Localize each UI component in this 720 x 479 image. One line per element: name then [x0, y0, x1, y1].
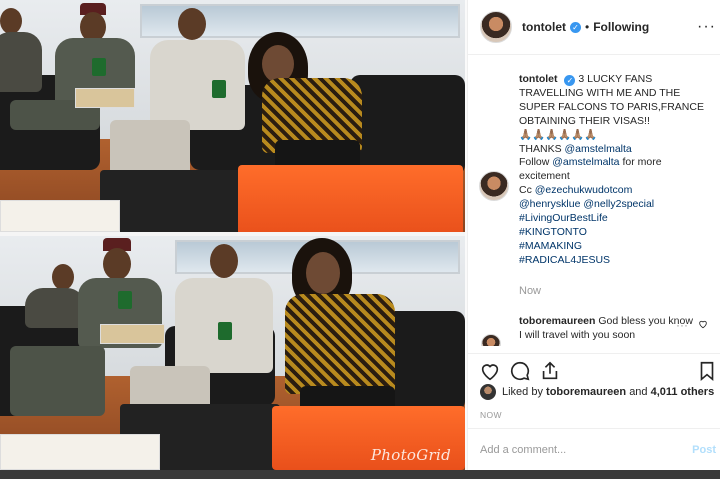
caption: tontolet ✓ 3 LUCKY FANS TRAVELLING WITH … [519, 73, 715, 268]
caption-line: THANKS [519, 142, 562, 155]
comment-username[interactable]: toboremaureen [519, 315, 595, 327]
comment-item: toboremaureen God bless you know I will … [519, 314, 695, 342]
mention-link[interactable]: @amstelmalta [565, 143, 632, 155]
caption-line: SUPER FALCONS TO PARIS,FRANCE [519, 100, 704, 113]
photo-panel-top [0, 0, 465, 232]
header-username[interactable]: tontolet [522, 20, 566, 34]
caption-avatar[interactable] [479, 171, 509, 201]
likes-user-link[interactable]: toboremaureen [546, 386, 626, 398]
following-button[interactable]: Following [593, 20, 649, 34]
caption-timestamp: Now [519, 285, 542, 297]
caption-line: OBTAINING THEIR VISAS!! [519, 114, 650, 127]
caption-username[interactable]: tontolet [519, 73, 558, 85]
mention-link[interactable]: @amstelmalta [552, 156, 619, 168]
comments-area: tontolet ✓ 3 LUCKY FANS TRAVELLING WITH … [468, 56, 720, 346]
header-separator: • [585, 20, 590, 34]
add-comment-bar: Post [468, 428, 720, 470]
post-image[interactable]: PhotoGrid [0, 0, 465, 470]
verified-badge-icon: ✓ [564, 75, 576, 86]
photo-panel-bottom: PhotoGrid [0, 236, 465, 470]
heart-icon[interactable] [479, 360, 501, 382]
avatar[interactable] [480, 384, 496, 400]
likes-summary: Liked by toboremaureen and 4,011 others [480, 384, 714, 400]
comment-input[interactable] [480, 443, 680, 456]
mention-link[interactable]: @nelly2special [583, 198, 654, 210]
caption-line: Cc [519, 184, 532, 197]
caption-line: excitement [519, 170, 570, 183]
likes-count-link[interactable]: 4,011 others [651, 386, 715, 398]
hashtag-link[interactable]: #MAMAKING [519, 240, 715, 254]
caption-line: 3 LUCKY FANS [578, 73, 653, 85]
caption-line: TRAVELLING WITH ME AND THE [519, 86, 681, 99]
post-header: tontolet ✓ • Following ··· [468, 0, 720, 55]
comment-more-icon[interactable]: ··· [676, 318, 688, 332]
comment-text: God bless you [598, 315, 666, 327]
hashtag-link[interactable]: #KINGTONTO [519, 226, 715, 240]
comment-avatar[interactable] [481, 334, 501, 346]
caption-emoji-line: 🙏🏽🙏🏽🙏🏽🙏🏽🙏🏽🙏🏽 [519, 128, 598, 141]
bookmark-icon[interactable] [696, 360, 718, 382]
comment-bubble-icon[interactable] [509, 360, 531, 382]
caption-line: Follow [519, 156, 550, 169]
comment-heart-icon[interactable] [698, 319, 708, 329]
more-options-icon[interactable]: ··· [697, 19, 716, 35]
likes-connector: and [629, 386, 648, 398]
mention-link[interactable]: @henrysklue [519, 198, 580, 210]
avatar[interactable] [480, 11, 512, 43]
post-comment-button[interactable]: Post [692, 444, 716, 456]
likes-prefix: Liked by [502, 386, 543, 398]
bottom-bar [0, 470, 720, 479]
hashtag-link[interactable]: #RADICAL4JESUS [519, 254, 715, 268]
post-sidebar: tontolet ✓ • Following ··· tontolet ✓ 3 … [467, 0, 720, 470]
share-icon[interactable] [539, 360, 561, 382]
action-bar [468, 353, 720, 383]
photogrid-watermark: PhotoGrid [370, 446, 451, 464]
caption-line: for more [622, 156, 662, 169]
post-timestamp: NOW [480, 410, 502, 420]
mention-link[interactable]: @ezechukwudotcom [535, 184, 633, 196]
hashtag-link[interactable]: #LivingOurBestLife [519, 212, 715, 226]
verified-badge-icon: ✓ [570, 21, 581, 33]
